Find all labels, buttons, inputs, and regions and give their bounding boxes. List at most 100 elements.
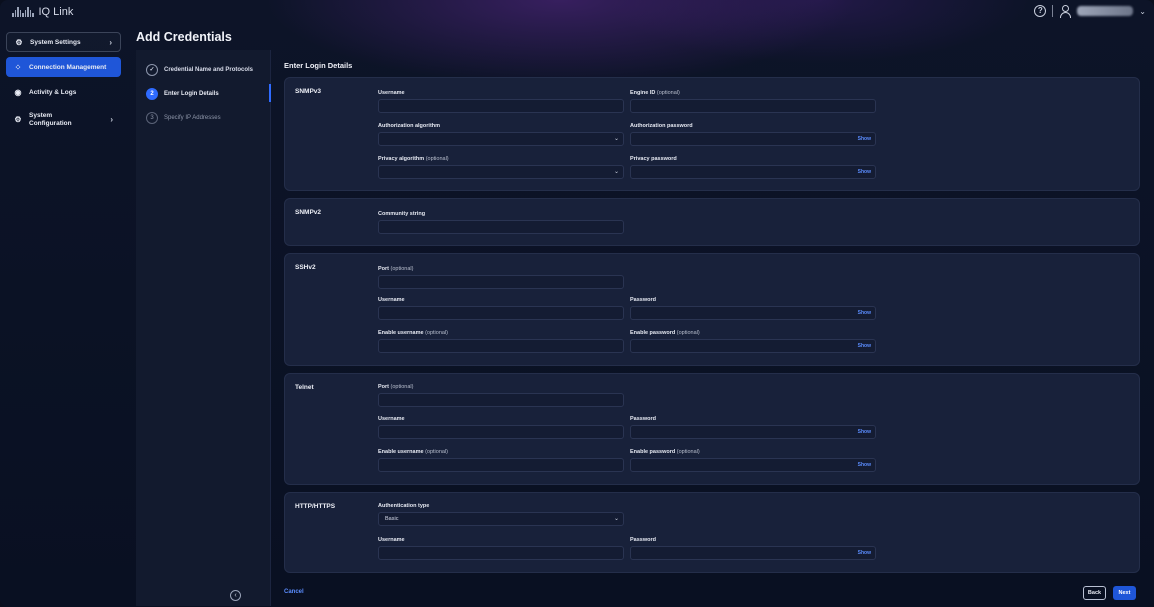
field-telnet-password: Password Show <box>630 416 876 439</box>
field-label: Port (optional) <box>378 384 414 390</box>
auth-password-input[interactable]: Show <box>630 132 876 146</box>
cancel-button[interactable]: Cancel <box>284 589 304 595</box>
ssh-enable-password-input[interactable]: Show <box>630 339 876 353</box>
field-http-password: Password Show <box>630 537 876 560</box>
step-label: Enter Login Details <box>164 91 219 97</box>
field-label: Authentication type <box>378 503 430 509</box>
chevron-right-icon: › <box>110 115 113 124</box>
sidebar-item-label: System Settings <box>30 38 81 46</box>
sidebar-item-label: System Configuration <box>29 112 72 127</box>
footer-actions: Cancel Back Next <box>272 585 1142 603</box>
chevron-down-icon: ⌄ <box>613 136 619 142</box>
field-label: Authorization algorithm <box>378 123 441 129</box>
field-label: Password <box>630 416 656 422</box>
show-password-button[interactable]: Show <box>858 307 871 319</box>
field-ssh-username: Username <box>378 297 624 320</box>
sidebar-item-system-configuration[interactable]: ⚙ System Configuration › <box>6 107 121 133</box>
show-password-button[interactable]: Show <box>858 166 871 178</box>
telnet-username-input[interactable] <box>378 425 624 439</box>
user-icon[interactable] <box>1059 5 1072 18</box>
field-snmpv3-username: Username <box>378 90 624 113</box>
field-ssh-enable-password: Enable password (optional) Show <box>630 330 876 353</box>
telnet-password-input[interactable]: Show <box>630 425 876 439</box>
field-label: Enable password (optional) <box>630 330 700 336</box>
field-label: Privacy algorithm (optional) <box>378 156 449 162</box>
field-label: Enable username (optional) <box>378 330 449 336</box>
show-password-button[interactable]: Show <box>858 426 871 438</box>
card-label: HTTP/HTTPS <box>295 503 336 510</box>
telnet-port-input[interactable] <box>378 393 624 407</box>
show-password-button[interactable]: Show <box>858 340 871 352</box>
section-title: Enter Login Details <box>284 61 353 70</box>
auth-type-select[interactable]: Basic ⌄ <box>378 512 624 526</box>
ssh-username-input[interactable] <box>378 306 624 320</box>
card-telnet: Telnet Port (optional) Username Password… <box>284 373 1140 485</box>
step-ip-addresses[interactable]: 3 Specify IP Addresses <box>146 112 221 124</box>
auth-algorithm-select[interactable]: ⌄ <box>378 132 624 146</box>
field-label: Password <box>630 297 656 303</box>
ssh-enable-username-input[interactable] <box>378 339 624 353</box>
sidebar-item-label: Connection Management <box>29 63 107 71</box>
ssh-port-input[interactable] <box>378 275 624 289</box>
step-login-details[interactable]: 2 Enter Login Details <box>146 88 219 100</box>
telnet-enable-username-input[interactable] <box>378 458 624 472</box>
user-name-redacted[interactable] <box>1077 6 1134 16</box>
card-label: SSHv2 <box>295 264 316 271</box>
snmpv3-username-input[interactable] <box>378 99 624 113</box>
community-string-input[interactable] <box>378 220 624 234</box>
users-gear-icon: ⚙ <box>15 37 23 47</box>
step-number: 3 <box>146 112 158 124</box>
field-telnet-port: Port (optional) <box>378 384 624 407</box>
page-title: Add Credentials <box>136 30 232 44</box>
check-icon: ✓ <box>146 64 158 76</box>
app-title: IQ Link <box>38 6 74 18</box>
activity-icon: ◉ <box>14 87 22 97</box>
privacy-algorithm-select[interactable]: ⌄ <box>378 165 624 179</box>
field-label: Username <box>378 537 405 543</box>
engine-id-input[interactable] <box>630 99 876 113</box>
field-ssh-port: Port (optional) <box>378 266 624 289</box>
show-password-button[interactable]: Show <box>858 547 871 559</box>
top-bar: IQ Link ? ⌄ <box>0 0 1154 26</box>
card-label: Telnet <box>295 384 314 391</box>
card-label: SNMPv2 <box>295 209 322 216</box>
connection-icon: ⁘ <box>14 62 22 72</box>
back-button[interactable]: Back <box>1083 586 1106 600</box>
sidebar-item-connection-management[interactable]: ⁘ Connection Management <box>6 57 121 77</box>
http-username-input[interactable] <box>378 546 624 560</box>
form-area: Enter Login Details SNMPv3 Username Engi… <box>272 50 1154 607</box>
show-password-button[interactable]: Show <box>858 459 871 471</box>
field-ssh-enable-username: Enable username (optional) <box>378 330 624 353</box>
card-sshv2: SSHv2 Port (optional) Username Password … <box>284 253 1140 366</box>
help-circle-icon[interactable]: ? <box>1034 5 1047 17</box>
show-password-button[interactable]: Show <box>858 133 871 145</box>
field-telnet-username: Username <box>378 416 624 439</box>
telnet-enable-password-input[interactable]: Show <box>630 458 876 472</box>
sidebar-item-activity-logs[interactable]: ◉ Activity & Logs <box>6 82 121 102</box>
next-button[interactable]: Next <box>1113 586 1136 600</box>
http-password-input[interactable]: Show <box>630 546 876 560</box>
field-label: Port (optional) <box>378 266 414 272</box>
ssh-password-input[interactable]: Show <box>630 306 876 320</box>
field-auth-password: Authorization password Show <box>630 123 876 146</box>
field-privacy-password: Privacy password Show <box>630 156 876 179</box>
field-label: Authorization password <box>630 123 693 129</box>
field-label: Username <box>378 297 405 303</box>
sidebar-item-system-settings[interactable]: ⚙ System Settings › <box>6 32 121 52</box>
chevron-down-icon: ⌄ <box>613 516 619 522</box>
step-label: Specify IP Addresses <box>164 115 221 121</box>
chevron-down-icon[interactable]: ⌄ <box>1139 7 1146 16</box>
collapse-chevron-left-icon[interactable]: ‹ <box>230 590 241 601</box>
privacy-password-input[interactable]: Show <box>630 165 876 179</box>
field-snmpv3-engine-id: Engine ID (optional) <box>630 90 876 113</box>
step-credential-name[interactable]: ✓ Credential Name and Protocols <box>146 64 253 76</box>
stepper-panel: ✓ Credential Name and Protocols 2 Enter … <box>136 50 271 606</box>
field-privacy-algorithm: Privacy algorithm (optional) ⌄ <box>378 156 624 179</box>
field-label: Enable username (optional) <box>378 449 449 455</box>
active-step-indicator <box>269 84 271 102</box>
field-http-username: Username <box>378 537 624 560</box>
card-snmpv3: SNMPv3 Username Engine ID (optional) Aut… <box>284 77 1140 191</box>
field-label: Username <box>378 90 405 96</box>
header-actions: ? ⌄ <box>1034 5 1146 18</box>
gear-icon: ⚙ <box>14 115 22 124</box>
